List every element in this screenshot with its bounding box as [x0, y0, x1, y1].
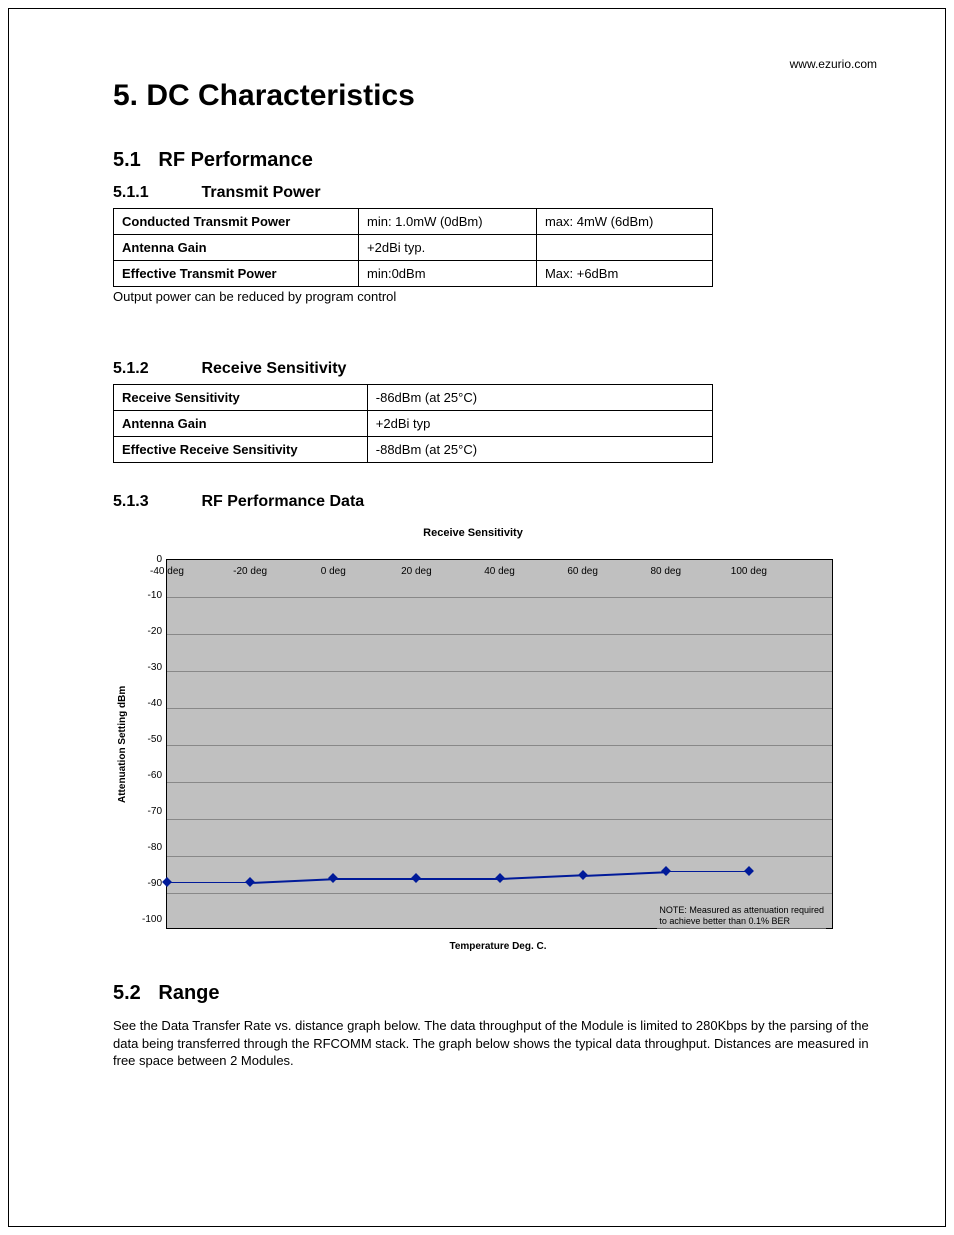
chart-plot-area: NOTE: Measured as attenuation requiredto… [166, 559, 833, 929]
cell-value: +2dBi typ [367, 411, 712, 437]
section-title: RF Performance Data [201, 493, 364, 510]
section-5-1-2-heading: 5.1.2 Receive Sensitivity [113, 360, 877, 378]
chart-title: Receive Sensitivity [113, 527, 833, 539]
table-row: Effective Receive Sensitivity -88dBm (at… [114, 437, 713, 463]
chart-note: NOTE: Measured as attenuation requiredto… [657, 904, 826, 929]
chart-xtick: 0 deg [321, 566, 346, 577]
section-number: 5.1.3 [113, 493, 197, 511]
cell-value: +2dBi typ. [359, 235, 537, 261]
chart-ylabel: Attenuation Setting dBm [113, 559, 132, 929]
section-title: Receive Sensitivity [201, 360, 346, 377]
table-row: Antenna Gain +2dBi typ. [114, 235, 713, 261]
chart-xtick: 20 deg [401, 566, 432, 577]
chart-xtick: 60 deg [567, 566, 598, 577]
cell-label: Antenna Gain [114, 235, 359, 261]
section-5-1-3-heading: 5.1.3 RF Performance Data [113, 493, 877, 511]
cell-value: min:0dBm [359, 261, 537, 287]
section-5-2-heading: 5.2 Range [113, 982, 877, 1005]
cell-value: -88dBm (at 25°C) [367, 437, 712, 463]
section-5-1-1-heading: 5.1.1 Transmit Power [113, 184, 877, 202]
chart-yticks: 0-10-20-30-40-50-60-70-80-90-100 [132, 559, 166, 929]
section-5-2-paragraph: See the Data Transfer Rate vs. distance … [113, 1017, 877, 1070]
cell-label: Effective Receive Sensitivity [114, 437, 368, 463]
chart-xtick: -40 deg [150, 566, 184, 577]
page-title: 5. DC Characteristics [113, 79, 877, 113]
cell-value: max: 4mW (6dBm) [536, 209, 712, 235]
section-title: Range [158, 982, 219, 1004]
table-row: Antenna Gain +2dBi typ [114, 411, 713, 437]
cell-label: Receive Sensitivity [114, 385, 368, 411]
transmit-power-table: Conducted Transmit Power min: 1.0mW (0dB… [113, 208, 713, 287]
section-number: 5.1.1 [113, 184, 197, 202]
section-title: Transmit Power [201, 184, 320, 201]
section-5-1-heading: 5.1 RF Performance [113, 149, 877, 172]
cell-label: Antenna Gain [114, 411, 368, 437]
chart-xlabel: Temperature Deg. C. [163, 941, 833, 952]
chart-xtick: 40 deg [484, 566, 515, 577]
chart-xtick: -20 deg [233, 566, 267, 577]
header-url: www.ezurio.com [113, 57, 877, 71]
cell-value: min: 1.0mW (0dBm) [359, 209, 537, 235]
table-row: Receive Sensitivity -86dBm (at 25°C) [114, 385, 713, 411]
table-row: Conducted Transmit Power min: 1.0mW (0dB… [114, 209, 713, 235]
cell-label: Effective Transmit Power [114, 261, 359, 287]
section-number: 5.1 [113, 149, 141, 171]
section-number: 5.2 [113, 982, 141, 1004]
page: www.ezurio.com 5. DC Characteristics 5.1… [8, 8, 946, 1227]
chart-data-point [744, 866, 754, 876]
receive-sensitivity-chart: Receive Sensitivity Attenuation Setting … [113, 527, 833, 952]
cell-value [536, 235, 712, 261]
cell-label: Conducted Transmit Power [114, 209, 359, 235]
cell-value: -86dBm (at 25°C) [367, 385, 712, 411]
cell-value: Max: +6dBm [536, 261, 712, 287]
section-title: RF Performance [158, 149, 313, 171]
table-row: Effective Transmit Power min:0dBm Max: +… [114, 261, 713, 287]
chart-xtick: 80 deg [650, 566, 681, 577]
receive-sensitivity-table: Receive Sensitivity -86dBm (at 25°C) Ant… [113, 384, 713, 463]
chart-xtick: 100 deg [731, 566, 767, 577]
section-number: 5.1.2 [113, 360, 197, 378]
table-caption: Output power can be reduced by program c… [113, 289, 877, 304]
